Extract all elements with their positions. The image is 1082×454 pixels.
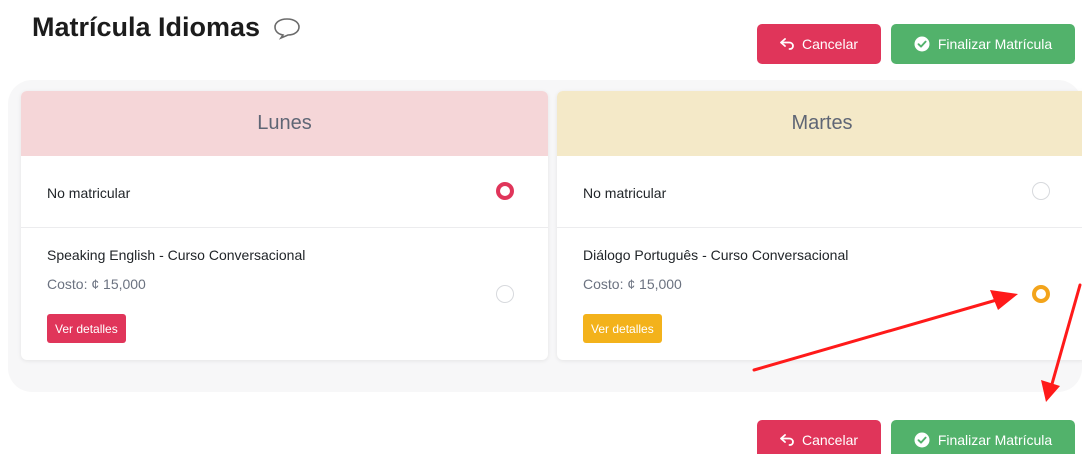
day-card-martes: Martes No matricular Diálogo Português -…	[557, 91, 1082, 360]
undo-arrow-icon	[780, 38, 794, 50]
radio-no-enroll-lunes[interactable]	[496, 182, 514, 200]
radio-no-enroll-martes[interactable]	[1032, 182, 1050, 200]
finish-button-top[interactable]: Finalizar Matrícula	[891, 24, 1075, 64]
details-button-martes[interactable]: Ver detalles	[583, 314, 662, 343]
undo-arrow-icon	[780, 434, 794, 446]
course-cost: Costo: ¢ 15,000	[583, 276, 682, 292]
cancel-label: Cancelar	[801, 432, 859, 448]
finish-label: Finalizar Matrícula	[937, 432, 1053, 448]
page-title-text: Matrícula Idiomas	[32, 12, 261, 42]
cancel-button-bottom[interactable]: Cancelar	[757, 420, 881, 454]
option-no-enroll-lunes[interactable]: No matricular	[21, 156, 548, 228]
day-card-lunes: Lunes No matricular Speaking English - C…	[21, 91, 548, 360]
check-circle-icon	[914, 36, 930, 52]
radio-course-martes[interactable]	[1032, 285, 1050, 303]
check-circle-icon	[914, 432, 930, 448]
page-title: Matrícula Idiomas	[32, 12, 302, 43]
speech-bubble-icon	[274, 17, 300, 40]
day-header-lunes: Lunes	[21, 91, 548, 156]
course-cost: Costo: ¢ 15,000	[47, 276, 146, 292]
course-name: Speaking English - Curso Conversacional	[47, 247, 306, 263]
cancel-button-top[interactable]: Cancelar	[757, 24, 881, 64]
option-no-enroll-martes[interactable]: No matricular	[557, 156, 1082, 228]
details-button-lunes[interactable]: Ver detalles	[47, 314, 126, 343]
enrollment-page: Matrícula Idiomas Cancelar Finalizar Mat…	[0, 0, 1082, 454]
day-header-martes: Martes	[557, 91, 1082, 156]
course-name: Diálogo Português - Curso Conversacional	[583, 247, 849, 263]
finish-label: Finalizar Matrícula	[937, 36, 1053, 52]
option-label: No matricular	[583, 185, 667, 201]
option-label: No matricular	[47, 185, 131, 201]
finish-button-bottom[interactable]: Finalizar Matrícula	[891, 420, 1075, 454]
option-course-martes[interactable]: Diálogo Português - Curso Conversacional…	[557, 228, 1082, 359]
option-course-lunes[interactable]: Speaking English - Curso Conversacional …	[21, 228, 548, 359]
cancel-label: Cancelar	[801, 36, 859, 52]
radio-course-lunes[interactable]	[496, 285, 514, 303]
